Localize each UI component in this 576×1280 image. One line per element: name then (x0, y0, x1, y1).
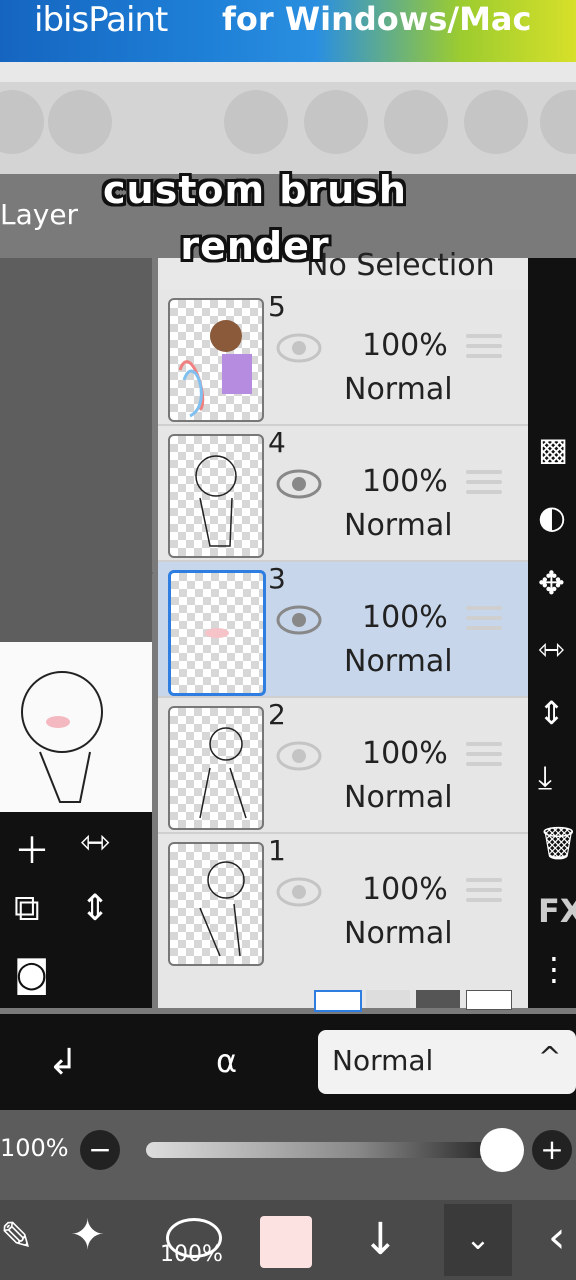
layer-number: 5 (268, 290, 286, 323)
eraser-icon[interactable]: ✎ (0, 1214, 34, 1260)
magic-wand-icon[interactable]: ✦ (70, 1210, 105, 1259)
opacity-slider-thumb[interactable] (480, 1128, 524, 1172)
video-caption: custom brush render (103, 168, 407, 268)
layer-blend-mode: Normal (344, 508, 453, 543)
transform-tool-button[interactable] (384, 90, 448, 154)
drag-handle-icon[interactable] (466, 606, 502, 636)
top-toolbar (0, 82, 576, 174)
move-icon[interactable]: ✥ (538, 564, 565, 602)
duplicate-layer-icon[interactable]: ⧉ (14, 888, 40, 930)
drag-handle-icon[interactable] (466, 470, 502, 500)
layer-thumbnail (168, 434, 264, 558)
eye-icon[interactable] (276, 740, 322, 772)
checker-icon[interactable]: ▩ (538, 430, 568, 468)
layer-opacity: 100% (362, 600, 448, 635)
canvas-preview[interactable] (0, 642, 152, 812)
layer-thumbnail-art (199, 861, 245, 957)
layer-opacity: 100% (362, 464, 448, 499)
toggle-tool-button[interactable] (224, 90, 288, 154)
opacity-slider[interactable] (146, 1142, 500, 1158)
background-none-option[interactable] (466, 990, 512, 1010)
drag-handle-icon[interactable] (466, 878, 502, 908)
layer-number: 2 (268, 698, 286, 731)
layer-opacity: 100% (362, 736, 448, 771)
merge-down-icon[interactable]: ⇕ (80, 888, 110, 929)
pen-tool-button[interactable] (464, 90, 528, 154)
app-promo-banner: ibisPaint for Windows/Mac (0, 0, 576, 62)
blend-mode-select[interactable]: Normal ^ (318, 1030, 576, 1094)
layer-number: 4 (268, 426, 286, 459)
blend-mode-value: Normal (332, 1044, 434, 1077)
layer-row-1[interactable]: 1 100% Normal (158, 834, 528, 970)
background-white-option[interactable] (314, 990, 362, 1012)
merge-icon[interactable]: ⇕ (538, 694, 565, 732)
background-checker-option[interactable] (366, 990, 410, 1008)
opacity-decrease-button[interactable]: − (80, 1130, 120, 1170)
invert-icon[interactable]: ◐ (538, 498, 566, 536)
add-layer-icon[interactable]: ＋ (14, 822, 50, 874)
undo-button[interactable] (0, 90, 44, 154)
chevron-down-icon[interactable]: ⌄ (444, 1204, 512, 1276)
opacity-increase-button[interactable]: + (532, 1130, 572, 1170)
flip-horizontal-icon[interactable]: ⇿ (80, 822, 110, 863)
eye-icon[interactable] (276, 332, 322, 364)
brush-size-label: 100% (160, 1242, 223, 1267)
background-dark-option[interactable] (416, 990, 460, 1008)
more-icon[interactable]: ⋮ (538, 950, 570, 988)
selection-tool-button[interactable] (304, 90, 368, 154)
layer-opacity: 100% (362, 872, 448, 907)
layer-row-3[interactable]: 3 100% Normal (158, 562, 528, 698)
fx-button[interactable]: FX (538, 892, 576, 930)
eye-icon[interactable] (276, 604, 322, 636)
layer-blend-mode: Normal (344, 644, 453, 679)
preview-sketch (21, 671, 103, 803)
drag-handle-icon[interactable] (466, 334, 502, 364)
layer-blend-mode: Normal (344, 916, 453, 951)
gallery-button[interactable] (540, 90, 576, 154)
layer-blend-mode: Normal (344, 780, 453, 815)
opacity-bar: − + (0, 1110, 576, 1200)
banner-subtitle: for Windows/Mac (222, 0, 532, 38)
drag-handle-icon[interactable] (466, 742, 502, 772)
brand-logo: ibisPaint (34, 0, 168, 40)
layer-thumbnail (168, 298, 264, 422)
divider (0, 62, 576, 82)
layer-background-options (158, 966, 528, 1012)
opacity-value: 100% (0, 1134, 69, 1162)
alpha-lock-icon[interactable]: α (216, 1042, 237, 1080)
camera-icon[interactable]: ◙ (14, 954, 49, 995)
layer-thumbnail-art (178, 320, 252, 418)
eye-icon[interactable] (276, 468, 322, 500)
layer-number: 3 (268, 562, 286, 595)
layer-opacity: 100% (362, 328, 448, 363)
layer-thumbnail (168, 842, 264, 966)
layer-thumbnail (168, 570, 266, 696)
layer-thumbnail-art (199, 727, 247, 819)
back-icon[interactable]: ‹ (548, 1212, 566, 1263)
layer-row-5[interactable]: 5 100% Normal (158, 290, 528, 426)
download-icon[interactable]: ⤓ (538, 758, 552, 797)
layer-row-4[interactable]: 4 100% Normal (158, 426, 528, 562)
current-color-swatch[interactable] (260, 1216, 312, 1268)
flip-icon[interactable]: ⇿ (538, 630, 565, 668)
layer-row-2[interactable]: 2 100% Normal (158, 698, 528, 834)
layer-thumbnail-art (205, 628, 229, 638)
layer-blend-mode: Normal (344, 372, 453, 407)
eye-icon[interactable] (276, 876, 322, 908)
chevron-up-icon: ^ (538, 1040, 562, 1073)
layer-tools: ＋ ⇿ ⧉ ⇕ ◙ (0, 812, 152, 1008)
layer-down-icon[interactable]: ↓ (362, 1214, 399, 1265)
layer-panel-title: Layer (0, 198, 79, 231)
layer-number: 1 (268, 834, 286, 867)
redo-button[interactable] (48, 90, 112, 154)
layer-thumbnail (168, 706, 264, 830)
layer-thumbnail-art (195, 455, 237, 547)
trash-icon[interactable]: 🗑 (538, 824, 576, 862)
clipping-icon[interactable]: ↲ (48, 1042, 78, 1083)
